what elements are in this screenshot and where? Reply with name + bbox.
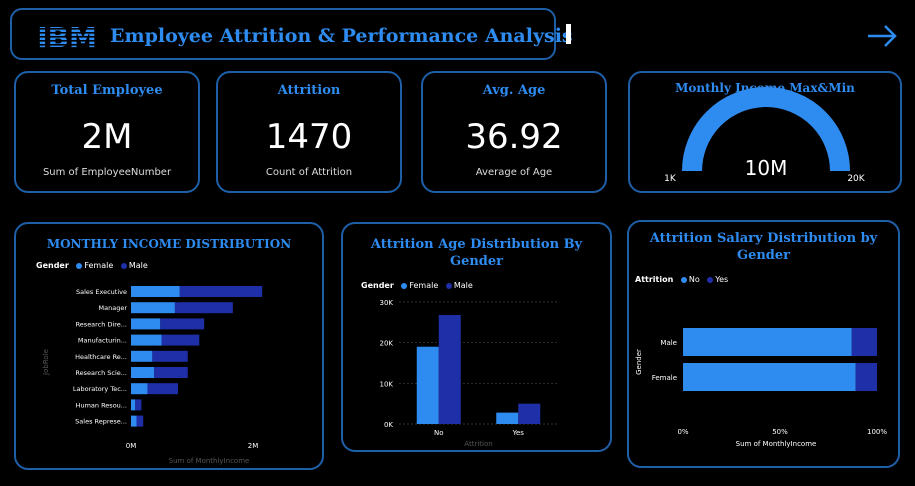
bar-segment [154,367,188,378]
kpi-title: Avg. Age [482,83,546,98]
gauge-value: 10M [745,156,788,180]
kpi-attrition: Attrition 1470 Count of Attrition [216,71,402,193]
x-tick-label: 2M [248,442,259,450]
bar-segment [131,399,136,411]
y-axis-label: JobRole [42,349,50,376]
bar-segment [131,302,175,314]
ibm-logo: IBM [26,22,108,52]
category-label: Research Scie... [75,369,127,377]
bar-segment [131,383,148,395]
y-tick-label: 10K [380,380,394,388]
kpi-value: 1470 [265,117,353,157]
page-title: Employee Attrition & Performance Analysi… [110,25,573,47]
kpi-subtitle: Count of Attrition [265,167,353,178]
bar [496,412,519,424]
bar-segment [131,350,153,362]
x-tick-label: Yes [512,429,525,437]
bar-segment [131,318,161,330]
kpi-avg-age: Avg. Age 36.92 Average of Age [421,71,607,193]
gauge-max-label: 20K [847,174,865,184]
x-tick-label: 0M [126,442,137,450]
x-tick-label: No [434,429,444,437]
x-tick-label: 0% [677,428,688,436]
arrow-right-icon[interactable] [866,24,898,48]
category-label: Healthcare Re... [75,353,127,361]
bar-segment [131,334,162,346]
category-label: Manufacturin... [78,337,127,345]
salary-bar-chart: Male Female 0% 50% 100% Sum of MonthlyIncome G… [635,328,887,448]
bar [518,403,541,424]
category-label: Sales Represe... [75,418,127,426]
kpi-value: 2M [81,117,133,157]
category-label: Male [660,339,677,347]
bar-segment [174,302,233,314]
y-tick-label: 30K [380,299,394,307]
gauge-min-label: 1K [664,174,677,184]
bar-segment [683,328,852,356]
bar-segment [147,383,178,395]
bar-segment [179,286,263,297]
category-label: Manager [99,304,128,312]
bar-segment [131,367,155,378]
kpi-subtitle: Sum of EmployeeNumber [42,167,172,178]
category-label: Human Resou... [76,401,127,409]
age-bar-chart: 0K 10K 20K 30K No Yes Attrition [380,299,558,448]
x-axis-label: Sum of MonthlyIncome [169,457,250,465]
kpi-title: Attrition [277,83,341,98]
bar-segment [851,328,877,356]
x-axis-label: Attrition [464,440,492,448]
gauge-chart: 10M 1K 20K [664,87,866,184]
x-tick-label: 100% [867,428,887,436]
bar-segment [683,363,856,391]
text-cursor [566,24,571,44]
kpi-total-employee: Total Employee 2M Sum of EmployeeNumber [14,71,200,193]
category-label: Female [652,374,677,382]
bar [416,346,439,424]
kpi-subtitle: Average of Age [475,167,553,178]
kpi-title: Total Employee [51,83,163,98]
monthly-income-card: MONTHLY INCOME DISTRIBUTION Gender Femal… [14,222,324,470]
bar [438,315,461,424]
header-banner: IBM Employee Attrition & Performance Ana… [10,8,573,60]
attrition-age-card: Attrition Age Distribution By Gender Gen… [341,222,612,452]
bar-segment [161,334,200,346]
income-bar-chart: Sales Executive Manager Research Dire... Ma… [42,286,263,465]
y-axis-label: Gender [635,349,643,375]
x-axis-label: Sum of MonthlyIncome [736,440,817,448]
attrition-salary-card: Attrition Salary Distribution by Gender … [627,220,900,468]
bar-segment [131,415,137,427]
y-tick-label: 0K [384,421,393,429]
gauge-card: Monthly Income Max&Min 10M 1K 20K [628,71,902,193]
category-label: Research Dire... [76,320,127,328]
bar-segment [152,350,188,362]
y-tick-label: 20K [380,340,394,348]
x-tick-label: 50% [772,428,788,436]
category-label: Laboratory Tec... [73,385,127,393]
bar-segment [855,363,877,391]
kpi-value: 36.92 [465,117,563,157]
bar-segment [131,286,180,297]
bar-segment [160,318,205,330]
category-label: Sales Executive [76,288,127,296]
bar-segment [136,415,144,427]
bar-segment [135,399,142,411]
